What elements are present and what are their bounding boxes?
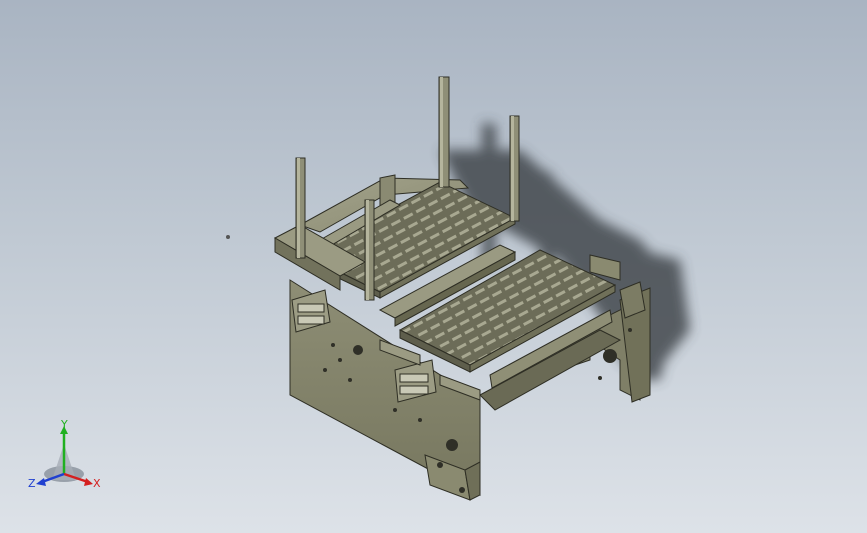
x-axis-label: X — [93, 477, 101, 490]
z-arrow-head — [36, 478, 46, 486]
coordinate-triad: Y X Z — [28, 418, 101, 490]
x-arrow-head — [84, 478, 93, 486]
frame-assembly[interactable] — [273, 76, 651, 501]
origin-marker — [226, 235, 230, 239]
graphics-viewport[interactable]: Y X Z — [0, 0, 867, 533]
z-axis-label: Z — [28, 477, 36, 490]
cad-model-scene[interactable] — [0, 0, 867, 533]
y-axis-label: Y — [60, 418, 68, 431]
